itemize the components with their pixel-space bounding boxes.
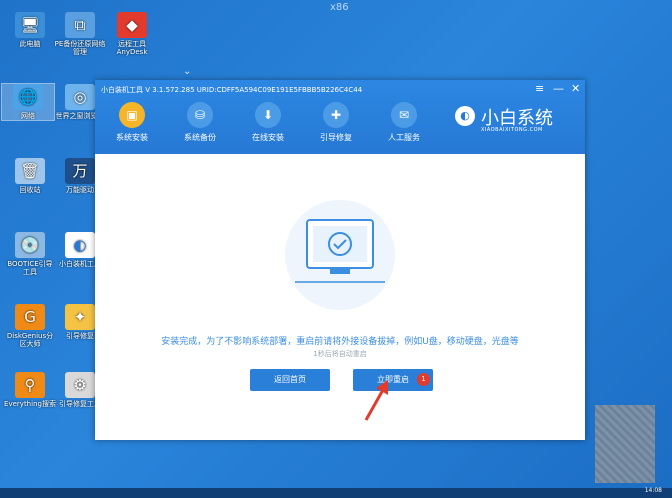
desktop-icon-label: 此电脑 — [19, 40, 41, 48]
blurred-image — [595, 405, 655, 483]
monitor-check-icon — [295, 219, 385, 283]
desktop-icon-label: 万能驱动 — [66, 186, 94, 194]
computer-icon: 🖥 — [15, 12, 45, 38]
backup-icon: ⛁ — [187, 102, 213, 128]
countdown-text: 1秒后将自动重启 — [313, 350, 367, 358]
window-title: 小白装机工具 V 3.1.572.285 URID:CDFF5A594C09E1… — [101, 86, 363, 94]
desktop-icon-label: DiskGenius分区大师 — [6, 332, 54, 348]
desktop-icon-label: 回收站 — [19, 186, 41, 194]
tab-system-backup[interactable]: ⛁ 系统备份 — [175, 102, 225, 143]
driver-icon: 万 — [65, 158, 95, 184]
desktop-icon-label: PE备份还原网络管理 — [54, 40, 106, 56]
clock: 14:08 — [644, 487, 662, 494]
boot-repair-icon: ✚ — [323, 102, 349, 128]
tab-label: 系统安装 — [116, 133, 148, 142]
xiaobai-window: 小白装机工具 V 3.1.572.285 URID:CDFF5A594C09E1… — [95, 80, 585, 440]
red-arrow-annotation — [364, 380, 388, 421]
install-complete-message: 安装完成，为了不影响系统部署，重启前请将外接设备拔掉，例如U盘，移动硬盘，光盘等 — [161, 337, 519, 347]
support-icon: ✉ — [391, 102, 417, 128]
system-install-icon: ▣ — [119, 102, 145, 128]
tab-boot-repair[interactable]: ✚ 引导修复 — [311, 102, 361, 143]
online-install-icon: ⬇ — [255, 102, 281, 128]
xiaobai-icon: ◐ — [65, 232, 95, 258]
taskbar: 14:08 — [0, 487, 672, 498]
tab-label: 人工服务 — [388, 133, 420, 142]
desktop-icon-bootice[interactable]: 💿 BOOTICE引导工具 — [4, 232, 56, 276]
desktop-icon-this-pc[interactable]: 🖥 此电脑 — [4, 12, 56, 48]
browser-icon: ◎ — [65, 84, 95, 110]
diskgenius-icon: G — [15, 304, 45, 330]
menu-icon[interactable]: ≡ — [535, 82, 544, 95]
desktop-icon-diskgenius[interactable]: G DiskGenius分区大师 — [4, 304, 56, 348]
tools-icon: ⚙ — [65, 372, 95, 398]
anydesk-icon: ◆ — [117, 12, 147, 38]
desktop-icon-label: Everything搜索 — [4, 400, 56, 408]
desktop-icon-label: 网络 — [21, 112, 35, 120]
network-globe-icon: 🌐 — [13, 84, 43, 110]
desktop-icon-label: BOOTICE引导工具 — [7, 260, 53, 276]
tab-label: 在线安装 — [252, 133, 284, 142]
desktop-icon-network[interactable]: 🌐 网络 — [1, 83, 55, 121]
step-badge: 1 — [417, 373, 430, 386]
network-icon: ⧉ — [65, 12, 95, 38]
desktop-icon-recycle-bin[interactable]: 🗑 回收站 — [4, 158, 56, 194]
minimize-button[interactable]: — — [553, 82, 564, 95]
tab-label: 系统备份 — [184, 133, 216, 142]
tab-support[interactable]: ✉ 人工服务 — [379, 102, 429, 143]
desktop-icon-label: 引导修复 — [66, 332, 94, 340]
window-header: 小白装机工具 V 3.1.572.285 URID:CDFF5A594C09E1… — [95, 80, 585, 154]
desktop-icon-everything[interactable]: ⚲ Everything搜索 — [4, 372, 56, 408]
desktop-icon-label: 远程工具AnyDesk — [116, 40, 148, 56]
tab-label: 引导修复 — [320, 133, 352, 142]
xiaobai-logo-icon: ◐ — [455, 106, 475, 126]
return-home-button[interactable]: 返回首页 — [250, 369, 330, 391]
tab-system-install[interactable]: ▣ 系统安装 — [107, 102, 157, 143]
brand-url: XIAOBAIXITONG.COM — [481, 127, 543, 133]
tab-online-install[interactable]: ⬇ 在线安装 — [243, 102, 293, 143]
recycle-bin-icon: 🗑 — [15, 158, 45, 184]
desktop-icon-pe-network[interactable]: ⧉ PE备份还原网络管理 — [54, 12, 106, 56]
search-icon: ⚲ — [15, 372, 45, 398]
repair-icon: ✦ — [65, 304, 95, 330]
chevron-down-icon: ⌄ — [183, 66, 192, 77]
desktop-watermark: x86 — [330, 2, 349, 13]
desktop-icon-anydesk[interactable]: ◆ 远程工具AnyDesk — [106, 12, 158, 56]
close-button[interactable]: ✕ — [571, 82, 580, 95]
bootice-icon: 💿 — [15, 232, 45, 258]
